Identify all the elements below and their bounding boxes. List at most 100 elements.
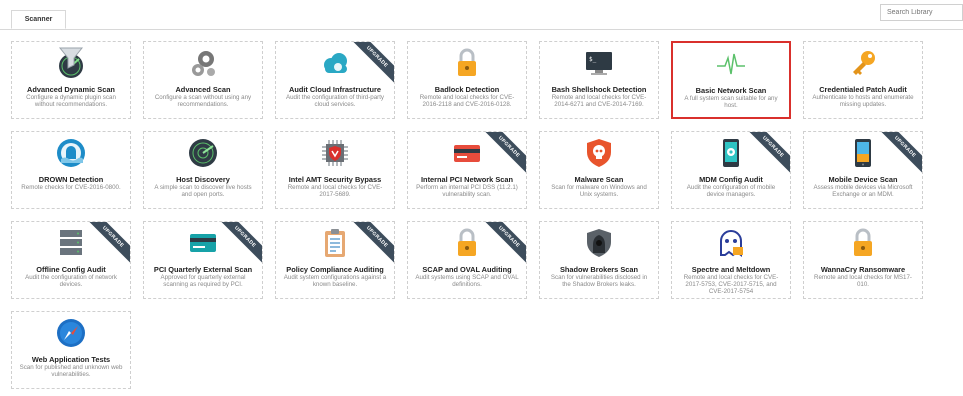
search-input[interactable]: [880, 4, 963, 21]
template-title: SCAP and OVAL Auditing: [422, 265, 512, 274]
template-card[interactable]: Intel AMT Security Bypass Remote and loca…: [275, 131, 395, 209]
template-description: A full system scan suitable for any host…: [684, 95, 778, 109]
chip-shield-icon: [319, 137, 351, 169]
template-title: Credentialed Patch Audit: [819, 85, 907, 94]
template-description: Scan for vulnerabilities disclosed in th…: [550, 274, 648, 288]
template-title: Spectre and Meltdown: [691, 265, 771, 274]
svg-text:$_: $_: [589, 56, 597, 63]
cloud-icon: [319, 47, 351, 79]
template-card[interactable]: Host Discovery A simple scan to discover …: [143, 131, 263, 209]
template-title: Mobile Device Scan: [828, 175, 898, 184]
radar-icon: [187, 137, 219, 169]
template-card[interactable]: DROWN Detection Remote checks for CVE-201…: [11, 131, 131, 209]
template-title: Host Discovery: [176, 175, 230, 184]
template-description: Audit systems using SCAP and OVAL defini…: [415, 274, 519, 288]
template-title: Internal PCI Network Scan: [421, 175, 513, 184]
template-card[interactable]: Offline Config Audit Audit the configurat…: [11, 221, 131, 299]
template-description: Remote and local checks for CVE-2014-627…: [551, 94, 647, 108]
template-title: PCI Quarterly External Scan: [153, 265, 253, 274]
template-description: Remote and local checks for CVE-2016-211…: [419, 94, 515, 108]
upgrade-badge: UPGRADE: [742, 132, 790, 178]
pulse-icon: [715, 48, 747, 80]
padlock-icon: [451, 227, 483, 259]
template-title: Audit Cloud Infrastructure: [289, 85, 381, 94]
server-icon: [55, 227, 87, 259]
upgrade-badge: UPGRADE: [346, 222, 394, 268]
ghost-icon: [715, 227, 747, 259]
template-title: Intel AMT Security Bypass: [288, 175, 382, 184]
template-description: Audit the configuration of network devic…: [25, 274, 117, 288]
mobile-gear-icon: [715, 137, 747, 169]
padlock-icon: [451, 47, 483, 79]
template-card[interactable]: Advanced Scan Configure a scan without us…: [143, 41, 263, 119]
key-icon: [847, 47, 879, 79]
radar-funnel-icon: [55, 47, 87, 79]
template-card[interactable]: Mobile Device Scan Assess mobile devices …: [803, 131, 923, 209]
tab-divider: [0, 29, 963, 30]
template-card[interactable]: Spectre and Meltdown Remote and local che…: [671, 221, 791, 299]
clipboard-icon: [319, 227, 351, 259]
template-card[interactable]: Malware Scan Scan for malware on Windows …: [539, 131, 659, 209]
template-description: Remote checks for CVE-2016-0800.: [21, 184, 121, 191]
template-card[interactable]: Basic Network Scan A full system scan sui…: [671, 41, 791, 119]
template-description: Authenticate to hosts and enumerate miss…: [812, 94, 914, 108]
template-description: Scan for published and unknown web vulne…: [19, 364, 123, 378]
upgrade-badge: UPGRADE: [214, 222, 262, 268]
template-description: Remote and local checks for CVE-2017-575…: [683, 274, 779, 295]
mobile-icon: [847, 137, 879, 169]
template-title: Basic Network Scan: [695, 86, 767, 95]
template-description: A simple scan to discover live hosts and…: [154, 184, 252, 198]
card-icon: [187, 227, 219, 259]
template-title: Shadow Brokers Scan: [559, 265, 639, 274]
template-description: Audit system configurations against a kn…: [283, 274, 387, 288]
template-card[interactable]: Shadow Brokers Scan Scan for vulnerabilit…: [539, 221, 659, 299]
template-card[interactable]: Credentialed Patch Audit Authenticate to …: [803, 41, 923, 119]
template-title: Offline Config Audit: [36, 265, 106, 274]
template-title: Advanced Scan: [175, 85, 231, 94]
upgrade-badge: UPGRADE: [478, 132, 526, 178]
template-description: Assess mobile devices via Microsoft Exch…: [813, 184, 913, 198]
template-description: Remote and local checks for MS17-010.: [813, 274, 912, 288]
template-title: Policy Compliance Auditing: [286, 265, 384, 274]
template-title: MDM Config Audit: [699, 175, 763, 184]
tab-bar: Scanner: [0, 0, 963, 30]
credit-card-icon: [451, 137, 483, 169]
template-description: Audit the configuration of mobile device…: [686, 184, 776, 198]
template-card[interactable]: Advanced Dynamic Scan Configure a dynamic…: [11, 41, 131, 119]
template-title: Web Application Tests: [31, 355, 111, 364]
template-card[interactable]: PCI Quarterly External Scan Approved for …: [143, 221, 263, 299]
upgrade-badge: UPGRADE: [874, 132, 922, 178]
template-card[interactable]: Badlock Detection Remote and local checks…: [407, 41, 527, 119]
tab-scanner[interactable]: Scanner: [11, 10, 66, 29]
template-title: WannaCry Ransomware: [820, 265, 906, 274]
template-card[interactable]: WannaCry Ransomware Remote and local chec…: [803, 221, 923, 299]
padlock-icon: [847, 227, 879, 259]
template-card[interactable]: $_ Bash Shellshock Detection Remote and lo…: [539, 41, 659, 119]
template-title: Badlock Detection: [434, 85, 500, 94]
template-title: DROWN Detection: [38, 175, 104, 184]
template-description: Remote and local checks for CVE-2017-568…: [287, 184, 383, 198]
skull-shield-icon: [583, 137, 615, 169]
upgrade-badge: UPGRADE: [478, 222, 526, 268]
template-card[interactable]: Internal PCI Network Scan Perform an inte…: [407, 131, 527, 209]
upgrade-badge: UPGRADE: [346, 42, 394, 88]
template-title: Advanced Dynamic Scan: [27, 85, 115, 94]
template-card[interactable]: Web Application Tests Scan for published …: [11, 311, 131, 389]
template-description: Audit the configuration of third-party c…: [285, 94, 385, 108]
template-card[interactable]: Policy Compliance Auditing Audit system c…: [275, 221, 395, 299]
template-description: Configure a dynamic plugin scan without …: [26, 94, 116, 108]
template-description: Scan for malware on Windows and Unix sys…: [551, 184, 647, 198]
template-title: Malware Scan: [574, 175, 624, 184]
template-description: Configure a scan without using any recom…: [154, 94, 252, 108]
template-title: Bash Shellshock Detection: [551, 85, 647, 94]
template-card[interactable]: MDM Config Audit Audit the configuration …: [671, 131, 791, 209]
template-description: Approved for quarterly external scanning…: [160, 274, 246, 288]
compass-icon: [55, 317, 87, 349]
upgrade-badge: UPGRADE: [82, 222, 130, 268]
template-card[interactable]: Audit Cloud Infrastructure Audit the conf…: [275, 41, 395, 119]
drown-icon: [55, 137, 87, 169]
template-description: Perform an internal PCI DSS (11.2.1) vul…: [416, 184, 518, 198]
template-card[interactable]: SCAP and OVAL Auditing Audit systems usin…: [407, 221, 527, 299]
hooded-figure-icon: [583, 227, 615, 259]
gears-icon: [187, 47, 219, 79]
